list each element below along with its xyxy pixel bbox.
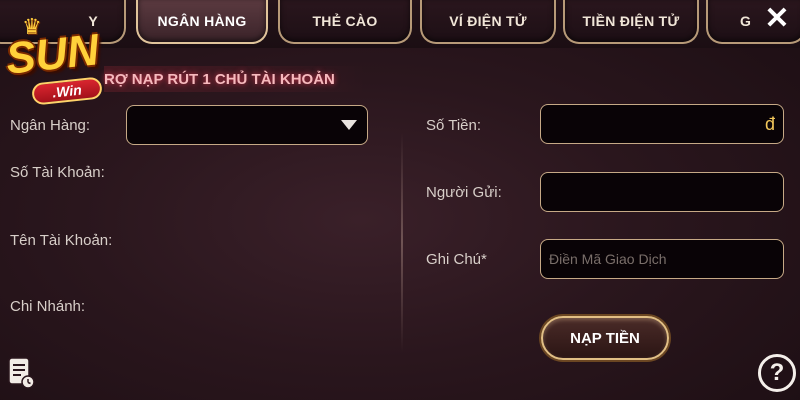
tab-the-cao-label: THẺ CÀO <box>312 13 378 29</box>
chevron-down-icon <box>341 120 357 130</box>
history-button[interactable] <box>4 354 38 392</box>
tab-more-label: G <box>740 13 752 29</box>
currency-symbol: đ <box>764 113 775 134</box>
column-divider <box>401 132 403 352</box>
branch-label: Chi Nhánh: <box>10 298 86 315</box>
note-label: Ghi Chú* <box>426 251 487 268</box>
note-input-placeholder: Điền Mã Giao Dịch <box>549 251 667 267</box>
help-button[interactable]: ? <box>758 354 796 392</box>
bank-select[interactable] <box>126 105 368 145</box>
deposit-button[interactable]: NẠP TIỀN <box>541 316 669 360</box>
account-number-label: Số Tài Khoản: <box>10 164 105 181</box>
history-icon <box>8 357 35 389</box>
tab-vi-dien-tu-label: VÍ ĐIỆN TỬ <box>449 13 527 29</box>
tab-the-cao[interactable]: THẺ CÀO <box>278 0 412 44</box>
close-icon: ✕ <box>764 1 790 35</box>
tab-vi-dien-tu[interactable]: VÍ ĐIỆN TỬ <box>420 0 556 44</box>
tab-bar: Y NGÂN HÀNG THẺ CÀO VÍ ĐIỆN TỬ TIỀN ĐIỆN… <box>0 0 800 48</box>
logo-main-text: SUN <box>3 25 102 84</box>
sender-input[interactable] <box>540 172 784 212</box>
notice-banner: RỢ NẠP RÚT 1 CHỦ TÀI KHOẢN <box>104 66 366 92</box>
question-icon: ? <box>769 359 785 386</box>
amount-input[interactable]: đ <box>540 104 784 144</box>
sunwin-logo: ♛ SUN .Win <box>2 6 120 116</box>
amount-label: Số Tiền: <box>426 117 482 134</box>
tab-ngan-hang-label: NGÂN HÀNG <box>157 13 247 29</box>
deposit-button-label: NẠP TIỀN <box>570 329 640 347</box>
notice-banner-text: RỢ NẠP RÚT 1 CHỦ TÀI KHOẢN <box>104 70 335 88</box>
note-input[interactable]: Điền Mã Giao Dịch <box>540 239 784 279</box>
deposit-panel: Y NGÂN HÀNG THẺ CÀO VÍ ĐIỆN TỬ TIỀN ĐIỆN… <box>0 0 800 400</box>
tab-tien-dien-tu[interactable]: TIỀN ĐIỆN TỬ <box>563 0 699 44</box>
close-button[interactable]: ✕ <box>754 0 800 36</box>
sender-label: Người Gửi: <box>426 184 502 201</box>
bank-label: Ngân Hàng: <box>10 117 91 134</box>
tab-tien-dien-tu-label: TIỀN ĐIỆN TỬ <box>582 13 680 29</box>
account-name-label: Tên Tài Khoản: <box>10 232 113 249</box>
tab-ngan-hang[interactable]: NGÂN HÀNG <box>136 0 268 44</box>
